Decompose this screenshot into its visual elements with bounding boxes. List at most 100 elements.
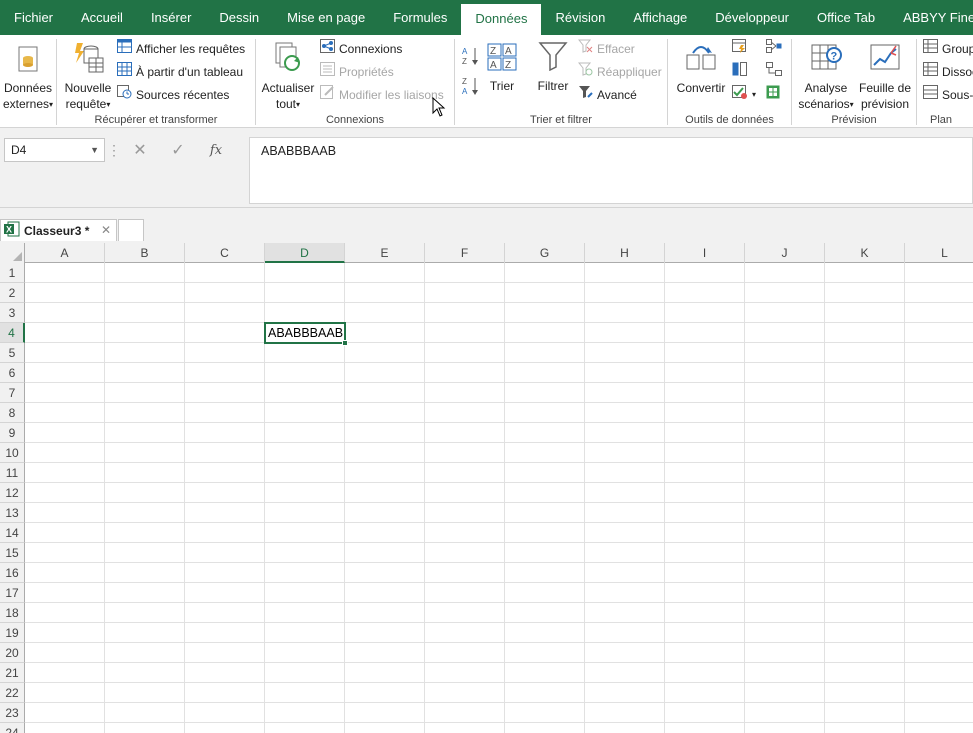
tab-developpeur[interactable]: Développeur [701,0,803,35]
row-header-7[interactable]: 7 [0,383,25,403]
ungroup-icon [923,62,938,82]
column-header-a[interactable]: A [25,243,105,263]
row-header-24[interactable]: 24 [0,723,25,733]
row-header-15[interactable]: 15 [0,543,25,563]
row-header-6[interactable]: 6 [0,363,25,383]
row-header-21[interactable]: 21 [0,663,25,683]
row-header-10[interactable]: 10 [0,443,25,463]
cells-area[interactable] [25,263,973,733]
row-header-5[interactable]: 5 [0,343,25,363]
column-header-e[interactable]: E [345,243,425,263]
tab-mise-en-page[interactable]: Mise en page [273,0,379,35]
formula-bar: D4 ▼ ⋮ ✕ ✓ fx ABABBBAAB [0,128,973,208]
column-header-c[interactable]: C [185,243,265,263]
group-connexions: Connexions [256,35,454,128]
column-header-g[interactable]: G [505,243,585,263]
excel-file-icon: X [4,221,20,240]
row-header-12[interactable]: 12 [0,483,25,503]
spreadsheet-grid: ABCDEFGHIJKL 1 2 3 4 5 6 7 8 9 10 11 12 13 14 15 16 17 18… [0,243,973,733]
chevron-down-icon[interactable]: ▼ [90,139,99,161]
donnees-externes-label-2: externes [2,97,49,111]
more-options-icon: ⋮ [107,141,121,158]
active-cell-value: ABABBBAAB [268,326,344,340]
column-headers: ABCDEFGHIJKL [0,243,973,263]
dissocier-label: Dissocier [942,65,973,79]
subtotal-icon [923,85,938,105]
group-label-plan: Plan [930,114,953,126]
row-header-23[interactable]: 23 [0,703,25,723]
name-box-value: D4 [11,143,27,157]
formula-input[interactable]: ABABBBAAB [249,137,973,204]
dissocier-button[interactable]: Dissocier [923,62,973,82]
column-header-h[interactable]: H [585,243,665,263]
cancel-icon[interactable]: ✕ [121,140,159,160]
sous-total-button[interactable]: Sous-total [923,85,973,105]
tab-formules[interactable]: Formules [379,0,461,35]
donnees-externes-button[interactable]: Données externes▾ [2,45,54,113]
tab-inserer[interactable]: Insérer [137,0,205,35]
tab-accueil[interactable]: Accueil [67,0,137,35]
row-header-1[interactable]: 1 [0,263,25,283]
row-header-9[interactable]: 9 [0,423,25,443]
row-header-14[interactable]: 14 [0,523,25,543]
tab-dessin[interactable]: Dessin [205,0,273,35]
tab-affichage[interactable]: Affichage [619,0,701,35]
insert-function-icon[interactable]: fx [197,143,235,158]
active-cell[interactable]: ABABBBAAB [264,322,348,346]
row-header-18[interactable]: 18 [0,603,25,623]
new-workbook-tab[interactable] [118,219,144,241]
row-header-19[interactable]: 19 [0,623,25,643]
row-header-20[interactable]: 20 [0,643,25,663]
row-header-8[interactable]: 8 [0,403,25,423]
column-header-j[interactable]: J [745,243,825,263]
group-label-prevision: Prévision [831,114,877,126]
tab-abbyy[interactable]: ABBYY FineReader 12 [889,0,973,35]
group-prevision: Prévision [792,35,916,128]
row-header-17[interactable]: 17 [0,583,25,603]
caret-down-icon: ▾ [49,99,54,109]
group-trier-filtrer: Trier et filtrer [455,35,667,128]
sous-total-label: Sous-total [942,88,973,102]
ribbon: Données externes▾ Nouvelle requête▾ Affi… [0,35,973,128]
column-header-k[interactable]: K [825,243,905,263]
row-header-13[interactable]: 13 [0,503,25,523]
group-icon [923,39,938,59]
workbook-tab-strip: X Classeur3 * ✕ [0,208,973,243]
row-header-22[interactable]: 22 [0,683,25,703]
column-header-l[interactable]: L [905,243,973,263]
database-icon [13,45,43,77]
formula-controls: ⋮ ✕ ✓ fx [107,138,247,162]
tab-revision[interactable]: Révision [541,0,619,35]
mouse-pointer-icon [432,96,446,120]
name-box[interactable]: D4 ▼ [4,138,105,162]
select-all-corner[interactable] [0,243,25,263]
row-header-4[interactable]: 4 [0,323,25,343]
confirm-icon[interactable]: ✓ [159,140,197,160]
tab-fichier[interactable]: Fichier [0,0,67,35]
excel-window: Fichier Accueil Insérer Dessin Mise en p… [0,0,973,733]
row-header-11[interactable]: 11 [0,463,25,483]
row-header-16[interactable]: 16 [0,563,25,583]
workbook-tab-label: Classeur3 * [24,223,90,238]
grouper-button[interactable]: Grouper [923,39,973,59]
group-label-recuperer: Récupérer et transformer [94,114,218,126]
separator [916,39,917,125]
column-header-b[interactable]: B [105,243,185,263]
column-header-d[interactable]: D [265,243,345,263]
tab-donnees[interactable]: Données [461,4,542,35]
workbook-tab[interactable]: X Classeur3 * ✕ [0,219,117,241]
column-header-i[interactable]: I [665,243,745,263]
group-label-connexions: Connexions [325,114,385,126]
fill-handle[interactable] [342,340,348,346]
group-outils: Outils de données [668,35,791,128]
group-recuperer: Récupérer et transformer [57,35,255,128]
row-header-3[interactable]: 3 [0,303,25,323]
tab-office-tab[interactable]: Office Tab [803,0,889,35]
row-header-2[interactable]: 2 [0,283,25,303]
close-icon[interactable]: ✕ [101,223,111,237]
group-label-outils: Outils de données [685,114,774,126]
group-label-trier-filtrer: Trier et filtrer [530,114,592,126]
column-header-f[interactable]: F [425,243,505,263]
svg-text:X: X [6,225,12,235]
group-plan: Grouper Dissocier Sous-total Plan [920,35,973,128]
